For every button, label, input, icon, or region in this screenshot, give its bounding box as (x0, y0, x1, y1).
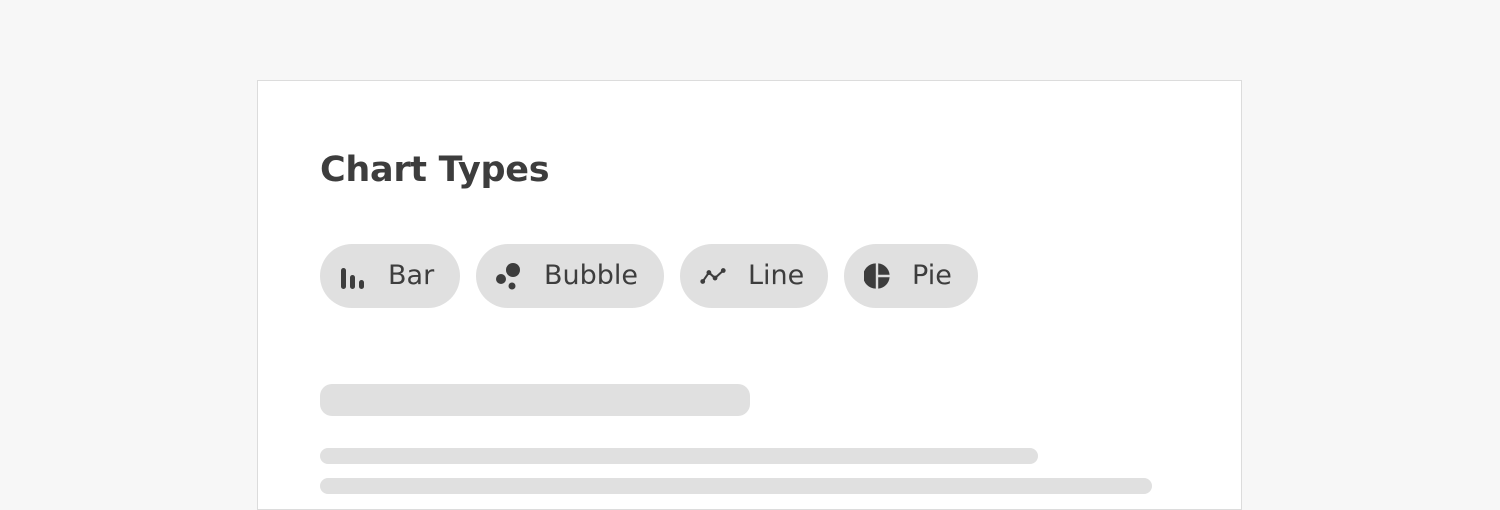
skeleton-heading-placeholder (320, 384, 750, 416)
skeleton-text-line (320, 448, 1038, 464)
chip-bubble[interactable]: Bubble (476, 244, 664, 308)
chip-pie[interactable]: Pie (844, 244, 978, 308)
chip-label: Bar (388, 260, 435, 291)
bubble-chart-icon (496, 261, 522, 291)
chip-label: Pie (912, 260, 952, 291)
card-title: Chart Types (320, 150, 550, 190)
chip-bar[interactable]: Bar (320, 244, 460, 308)
chart-types-card: Chart Types Bar Bubble Line Pie (257, 80, 1242, 510)
line-chart-icon (700, 261, 726, 291)
chip-label: Bubble (544, 260, 639, 291)
pie-chart-icon (864, 261, 890, 291)
chip-line[interactable]: Line (680, 244, 828, 308)
bar-chart-icon (340, 261, 366, 291)
skeleton-text-line (320, 478, 1152, 494)
chip-label: Line (748, 260, 805, 291)
